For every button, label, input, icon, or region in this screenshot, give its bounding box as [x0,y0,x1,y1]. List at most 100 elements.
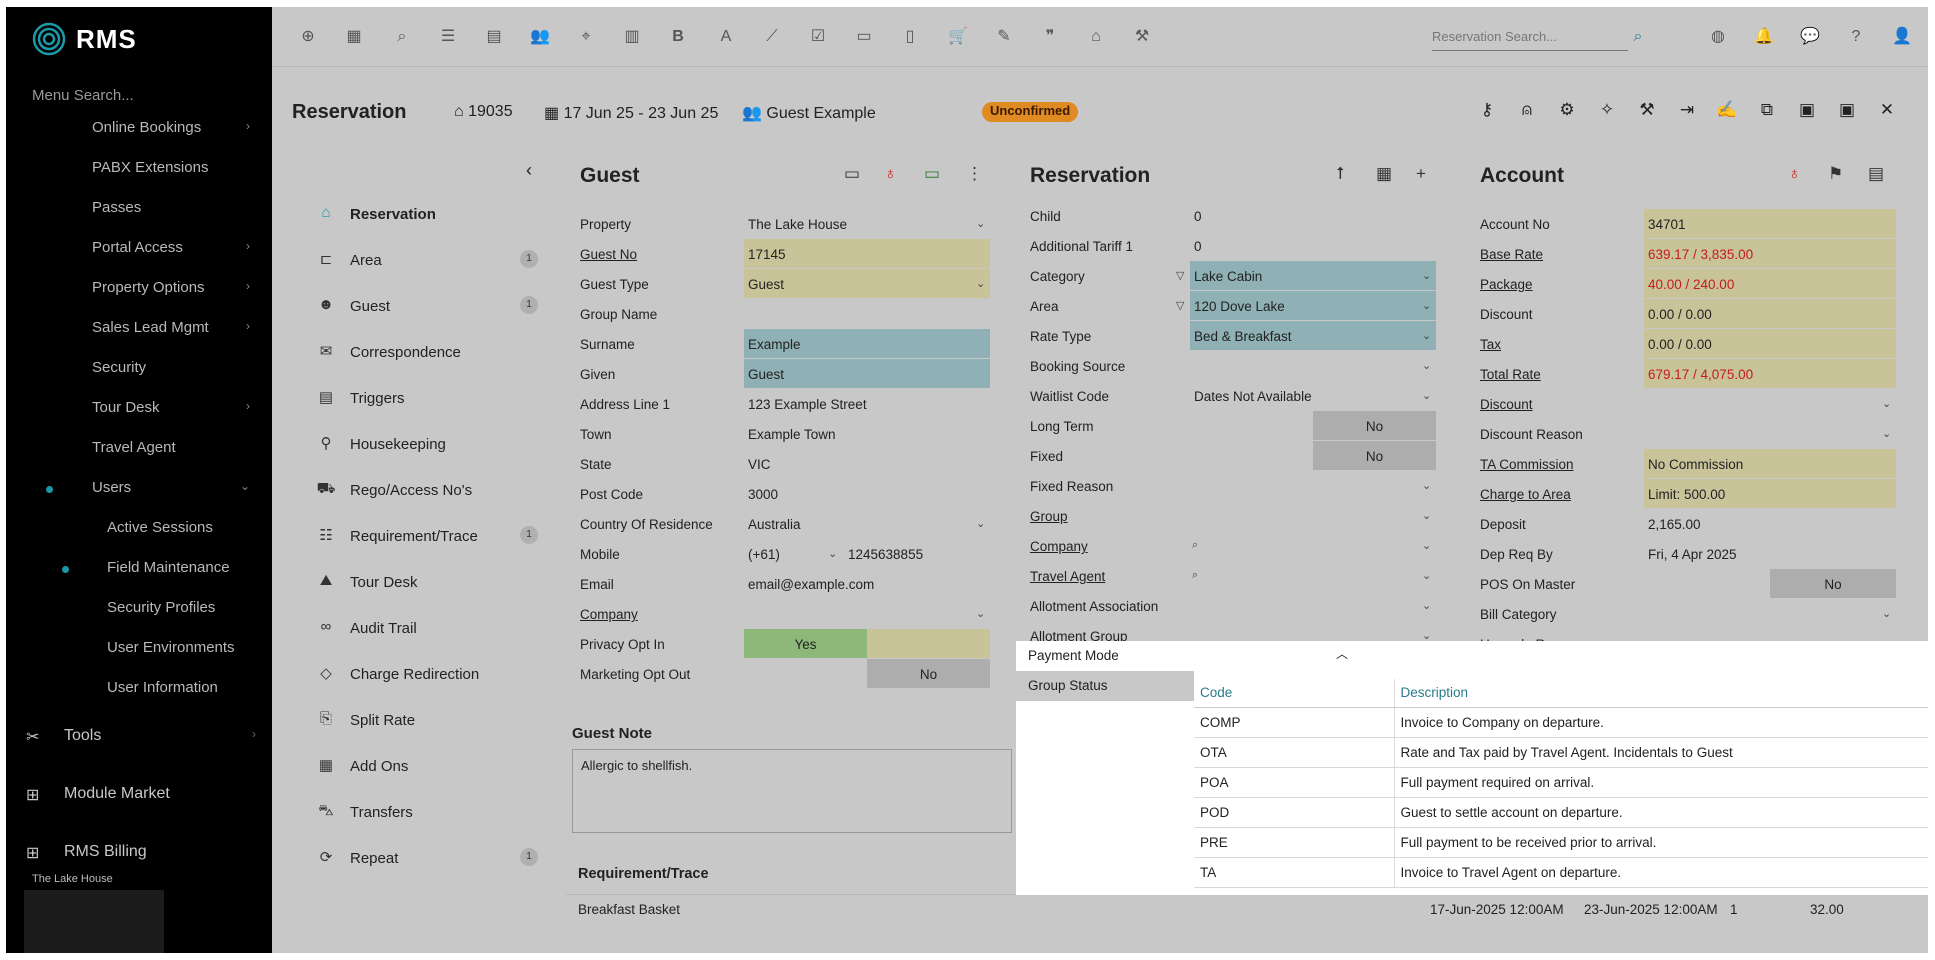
payment-mode-option[interactable]: PRE Full payment to be received prior to … [1194,827,1928,858]
field-value[interactable]: No Commission [1644,449,1896,478]
field-value[interactable]: 2,165.00 [1644,509,1896,538]
field-row[interactable]: Fixed No [1016,441,1456,471]
chevron-down-icon[interactable]: ⌄ [976,217,985,230]
collapse-chevron-icon[interactable]: ‹ [526,160,532,181]
field-value[interactable]: Dates Not Available [1190,381,1436,410]
nav-rego[interactable]: ⛟ Rego/Access No's [316,480,473,500]
field-value[interactable]: Lake Cabin [1190,261,1436,290]
search-icon[interactable]: ⌕ [392,27,412,47]
chevron-down-icon[interactable]: ⌄ [1422,329,1431,342]
group-status-field[interactable]: Group Status [1016,671,1194,701]
field-value[interactable]: 40.00 / 240.00 [1644,269,1896,298]
field-row[interactable]: Privacy Opt In Yes [566,629,1006,659]
field-row[interactable]: Group ⌄ [1016,501,1456,531]
chevron-down-icon[interactable]: ⌄ [1882,607,1891,620]
chevron-down-icon[interactable]: ⌄ [828,547,837,560]
field-value[interactable]: VIC [744,449,990,478]
menu-search-input[interactable]: Menu Search... [32,87,134,104]
checklist-icon[interactable]: ☑ [808,27,828,47]
field-value[interactable]: Bed & Breakfast [1190,321,1436,350]
search-icon[interactable]: ⌕ [1192,569,1198,582]
field-label[interactable]: Tax [1480,337,1501,352]
field-value[interactable]: 120 Dove Lake [1190,291,1436,320]
cash-icon[interactable]: ▭ [924,164,940,184]
add-icon[interactable]: + [1416,164,1426,184]
signature-icon[interactable]: ✍ [1716,99,1738,121]
field-row[interactable]: Discount 0.00 / 0.00 [1466,299,1916,329]
field-value[interactable]: 123 Example Street [744,389,990,418]
user-icon[interactable]: 👤 [1892,27,1912,47]
no-toggle[interactable] [867,629,990,658]
chevron-down-icon[interactable]: ⌄ [976,277,985,290]
add-circle-icon[interactable]: ⊕ [298,27,318,47]
field-label[interactable]: Group [1030,509,1068,524]
field-value[interactable]: 0 [1190,201,1436,230]
payment-mode-option[interactable]: TA Invoice to Travel Agent on departure. [1194,857,1928,888]
field-value[interactable]: 17145 [744,239,990,268]
nav-correspondence[interactable]: ✉ Correspondence [316,342,461,362]
field-label[interactable]: Discount [1480,397,1533,412]
upload-icon[interactable]: ⭡ [1336,164,1344,184]
nav-guest[interactable]: ☻ Guest [316,296,390,316]
field-value[interactable]: Limit: 500.00 [1644,479,1896,508]
nav-add-ons[interactable]: ▦ Add Ons [316,756,408,776]
field-row[interactable]: Package 40.00 / 240.00 [1466,269,1916,299]
user-avatar[interactable] [24,890,164,953]
card-icon[interactable]: ▭ [854,27,874,47]
font-icon[interactable]: A [716,27,736,47]
field-row[interactable]: Bill Category ⌄ [1466,599,1916,629]
field-row[interactable]: Charge to Area Limit: 500.00 [1466,479,1916,509]
nav-triggers[interactable]: ▤ Triggers [316,388,405,408]
edit-card-icon[interactable]: ✎ [994,27,1014,47]
chevron-down-icon[interactable]: ⌄ [1422,569,1431,582]
field-label[interactable]: TA Commission [1480,457,1574,472]
field-row[interactable]: Allotment Association ⌄ [1016,591,1456,621]
field-row[interactable]: Surname Example [566,329,1006,359]
chart-icon[interactable]: ⟋ [762,27,782,47]
field-row[interactable]: Area ▽ 120 Dove Lake ⌄ [1016,291,1456,321]
nav-requirement-trace[interactable]: ☷ Requirement/Trace [316,526,478,546]
chevron-down-icon[interactable]: ⌄ [1882,427,1891,440]
chat-icon[interactable]: 💬 [1800,27,1820,47]
hammer-icon[interactable]: ⚒ [1636,99,1658,121]
close-icon[interactable]: ✕ [1876,99,1898,121]
field-row[interactable]: Total Rate 679.17 / 4,075.00 [1466,359,1916,389]
nav-transfers[interactable]: ⛍ Transfers [316,802,413,822]
field-row[interactable]: Tax 0.00 / 0.00 [1466,329,1916,359]
reservation-search-input[interactable]: Reservation Search... [1432,25,1628,51]
magic-icon[interactable]: ✧ [1596,99,1618,121]
field-value[interactable]: Fri, 4 Apr 2025 [1644,539,1896,568]
field-row[interactable]: Property The Lake House ⌄ [566,209,1006,239]
save-close-icon[interactable]: ▣ [1836,99,1858,121]
field-value[interactable]: Guest [744,359,990,388]
field-row[interactable]: Guest No 17145 [566,239,1006,269]
chevron-down-icon[interactable]: ⌄ [976,517,985,530]
field-row[interactable]: Deposit 2,165.00 [1466,509,1916,539]
field-row[interactable]: TA Commission No Commission [1466,449,1916,479]
field-row[interactable]: Company ⌕ ⌄ [1016,531,1456,561]
field-row[interactable]: Company ⌄ [566,599,1006,629]
nav-split-rate[interactable]: ⎘ Split Rate [316,710,415,730]
field-label[interactable]: Travel Agent [1030,569,1105,584]
document-icon[interactable]: ▯ [900,27,920,47]
payment-mode-option[interactable]: OTA Rate and Tax paid by Travel Agent. In… [1194,737,1928,768]
clipboard-icon[interactable]: ▤ [1868,164,1884,184]
field-label[interactable]: Total Rate [1480,367,1541,382]
field-row[interactable]: Account No 34701 [1466,209,1916,239]
sidebar-item-tools[interactable]: ✂ Tools › [26,727,256,746]
gear-icon[interactable]: ⚙ [1556,99,1578,121]
field-value[interactable]: Example Town [744,419,990,448]
payment-mode-field[interactable]: Payment Mode ︿ [1016,641,1353,669]
help-icon[interactable]: ? [1846,27,1866,47]
field-row[interactable]: Email email@example.com [566,569,1006,599]
bell-icon[interactable]: 🔔 [1754,27,1774,47]
more-vertical-icon[interactable]: ⋮ [966,164,983,184]
money-bag-icon[interactable]: ♁ [884,164,897,184]
map-pin-icon[interactable]: ⌖ [576,27,596,47]
field-row[interactable]: State VIC [566,449,1006,479]
field-row[interactable]: Guest Type Guest ⌄ [566,269,1006,299]
person-flag-icon[interactable]: ⚑ [1828,164,1843,184]
mobile-number[interactable]: 1245638855 [844,539,927,568]
bed-icon[interactable]: ⌂ [1086,27,1106,47]
money-bag-icon[interactable]: ♁ [1788,164,1801,184]
